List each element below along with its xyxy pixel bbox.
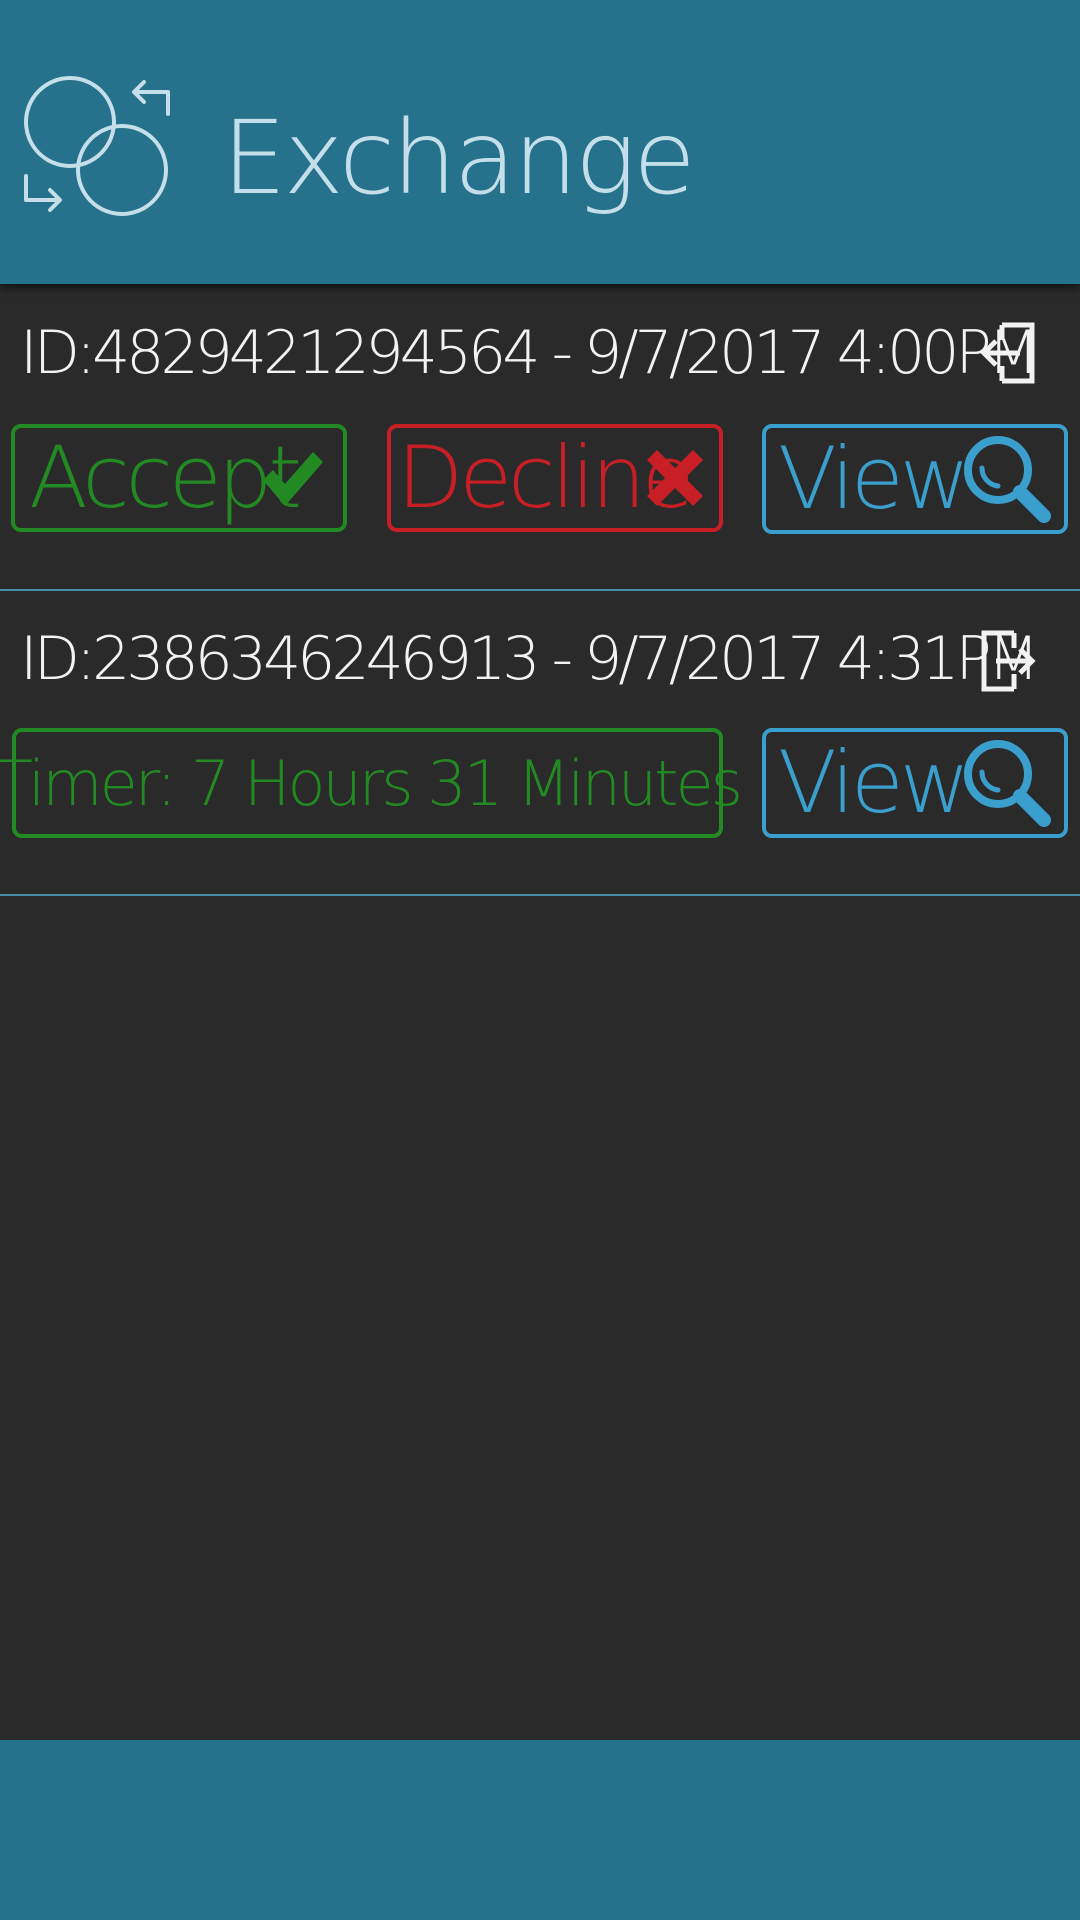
x-icon [647, 450, 703, 506]
incoming-icon [980, 322, 1035, 384]
app-header: Exchange [0, 0, 1080, 284]
accept-button[interactable]: Accept [11, 424, 347, 532]
search-icon [964, 436, 1051, 523]
exchange-row: ID:2386346246913 - 9/7/2017 4:31PM Timer… [0, 592, 1080, 896]
view-button[interactable]: View [762, 728, 1068, 838]
accept-label: Accept [29, 428, 302, 528]
view-button[interactable]: View [762, 424, 1068, 534]
view-label: View [778, 429, 970, 529]
row-divider [0, 589, 1080, 591]
timer-display: Timer: 7 Hours 31 Minutes [0, 728, 743, 838]
outgoing-icon [981, 630, 1036, 692]
decline-button[interactable]: Decline [387, 424, 723, 532]
footer-bar [0, 1740, 1080, 1920]
checkmark-icon [263, 452, 323, 506]
exchange-icon [24, 76, 170, 216]
exchange-label: ID:4829421294564 - 9/7/2017 4:00PM [20, 318, 1039, 388]
exchange-row: ID:4829421294564 - 9/7/2017 4:00PM Accep… [0, 296, 1080, 590]
view-label: View [778, 733, 970, 833]
search-icon [964, 740, 1051, 827]
exchange-label: ID:2386346246913 - 9/7/2017 4:31PM [20, 624, 1039, 694]
row-divider [0, 894, 1080, 896]
page-title: Exchange [222, 99, 696, 218]
